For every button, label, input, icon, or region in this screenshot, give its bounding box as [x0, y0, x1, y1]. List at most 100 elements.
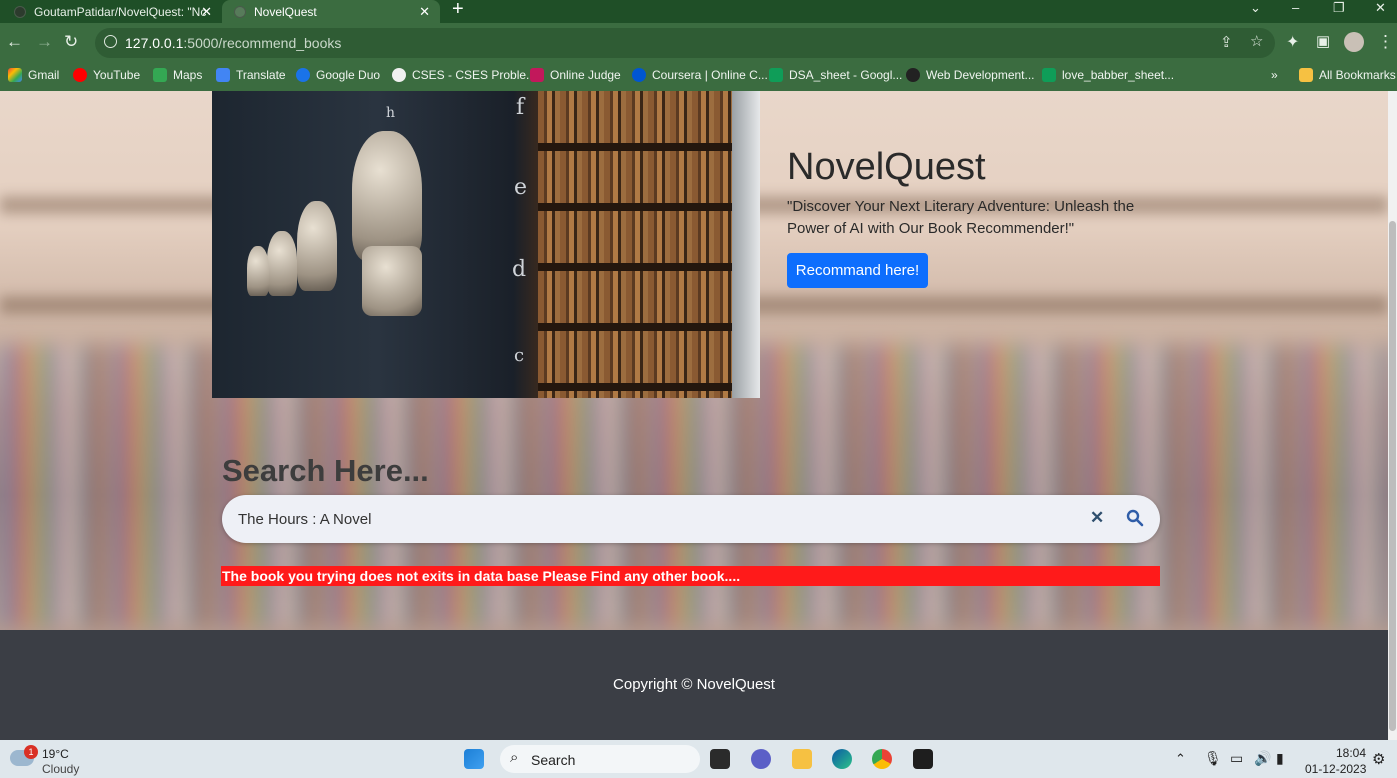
- star-icon[interactable]: ☆: [1250, 32, 1263, 50]
- taskbar-search[interactable]: ⌕ Search: [500, 745, 700, 773]
- bookmark-label: YouTube: [93, 68, 141, 82]
- bookmark-label: Translate: [236, 68, 286, 82]
- search-heading: Search Here...: [222, 453, 429, 488]
- teams-icon[interactable]: [751, 749, 771, 769]
- sidepanel-icon[interactable]: ▣: [1316, 32, 1330, 50]
- task-view-icon[interactable]: [710, 749, 730, 769]
- bookmark-translate[interactable]: Translate: [216, 68, 286, 82]
- copyright-text: Copyright © NovelQuest: [613, 676, 775, 693]
- clock-date[interactable]: 01-12-2023: [1305, 762, 1366, 776]
- bookmark-label: Coursera | Online C...: [652, 68, 768, 82]
- new-tab-icon[interactable]: +: [452, 0, 464, 21]
- site-title: NovelQuest: [787, 146, 986, 188]
- bookmark-google-duo[interactable]: Google Duo: [296, 68, 380, 82]
- clock-time[interactable]: 18:04: [1336, 746, 1366, 760]
- forward-icon[interactable]: →: [36, 32, 53, 52]
- photo-letter: f: [516, 95, 525, 120]
- photo-letter: h: [386, 105, 396, 121]
- bookmark-web-dev[interactable]: Web Development...: [906, 68, 1035, 82]
- scrollbar-thumb[interactable]: [1389, 221, 1396, 731]
- extensions-icon[interactable]: ✦: [1286, 32, 1299, 52]
- bookmark-label: Google Duo: [316, 68, 381, 82]
- bookmark-youtube[interactable]: YouTube: [73, 68, 140, 82]
- gmail-icon: [8, 68, 22, 82]
- close-tab-icon[interactable]: ✕: [419, 4, 430, 20]
- address-bar[interactable]: 127.0.0.1:5000/recommend_books ⇪ ☆: [95, 28, 1275, 58]
- tab-novelquest[interactable]: NovelQuest ✕: [222, 0, 440, 23]
- tab-github[interactable]: GoutamPatidar/NovelQuest: "Nc ✕: [0, 0, 222, 23]
- search-icon[interactable]: [1126, 509, 1144, 527]
- youtube-icon: [73, 68, 87, 82]
- settings-icon[interactable]: ⚙: [1372, 750, 1385, 768]
- site-info-icon[interactable]: [104, 35, 117, 48]
- volume-icon[interactable]: 🔊: [1254, 750, 1271, 767]
- error-message: The book you trying does not exits in da…: [221, 566, 1160, 586]
- reload-icon[interactable]: ↻: [64, 32, 78, 52]
- browser-toolbar: ← → ↻ 127.0.0.1:5000/recommend_books ⇪ ☆…: [0, 23, 1397, 62]
- coursera-icon: [632, 68, 646, 82]
- search-icon: ⌕: [510, 749, 519, 766]
- sheets-icon: [769, 68, 783, 82]
- avatar[interactable]: [1344, 32, 1364, 52]
- tab-label: GoutamPatidar/NovelQuest: "Nc: [34, 4, 207, 19]
- edge-icon[interactable]: [832, 749, 852, 769]
- site-tagline: "Discover Your Next Literary Adventure: …: [787, 198, 1135, 237]
- close-window-icon[interactable]: ✕: [1375, 0, 1386, 16]
- bookmarks-bar: Gmail YouTube Maps Translate Google Duo …: [0, 62, 1397, 91]
- bookmark-coursera[interactable]: Coursera | Online C...: [632, 68, 768, 82]
- taskbar-search-label: Search: [531, 752, 576, 768]
- translate-icon: [216, 68, 230, 82]
- bookmark-cses[interactable]: CSES - CSES Proble...: [392, 68, 536, 82]
- page-scrollbar[interactable]: [1388, 91, 1397, 740]
- github-icon: [14, 5, 26, 18]
- tab-label: NovelQuest: [254, 4, 317, 19]
- back-icon[interactable]: ←: [6, 32, 23, 52]
- clear-search-button[interactable]: ✕: [1090, 508, 1104, 528]
- menu-icon[interactable]: ⋮: [1377, 32, 1394, 52]
- url-host: 127.0.0.1: [125, 35, 184, 51]
- url-path: :5000/recommend_books: [183, 35, 342, 51]
- library-photo: f h e d c: [212, 91, 760, 398]
- bookmark-gmail[interactable]: Gmail: [8, 68, 59, 82]
- microphone-icon[interactable]: 🎙: [1204, 750, 1222, 767]
- search-input[interactable]: [238, 507, 1068, 531]
- network-icon[interactable]: ▭: [1230, 750, 1243, 767]
- webdev-icon: [906, 68, 920, 82]
- photo-letter: c: [514, 345, 525, 366]
- bookmark-label: Web Development...: [926, 68, 1035, 82]
- page-viewport: f h e d c NovelQuest "Discover Your Next…: [0, 91, 1388, 740]
- terminal-icon[interactable]: [913, 749, 933, 769]
- uva-icon: [530, 68, 544, 82]
- bookmark-maps[interactable]: Maps: [153, 68, 202, 82]
- taskbar: 1 19°C Cloudy ⌕ Search ⌃ 🎙 ▭ 🔊 ▮ 18:04 0…: [0, 740, 1397, 778]
- bookmark-label: Gmail: [28, 68, 60, 82]
- windows-start-icon[interactable]: [464, 749, 484, 769]
- bookmarks-overflow[interactable]: »: [1271, 68, 1278, 82]
- weather-badge: 1: [24, 745, 38, 759]
- battery-icon[interactable]: ▮: [1276, 750, 1284, 767]
- photo-letter: e: [514, 175, 528, 200]
- bookmark-label: Online Judge: [550, 68, 621, 82]
- globe-icon: [234, 5, 246, 18]
- hero-section: f h e d c NovelQuest "Discover Your Next…: [0, 91, 1388, 630]
- duo-icon: [296, 68, 310, 82]
- recommend-button[interactable]: Recommand here!: [787, 253, 928, 288]
- chevron-down-icon[interactable]: ⌄: [1250, 0, 1261, 16]
- chevron-up-icon[interactable]: ⌃: [1175, 751, 1186, 767]
- all-bookmarks[interactable]: All Bookmarks: [1299, 68, 1396, 82]
- minimize-icon[interactable]: –: [1292, 0, 1299, 15]
- share-icon[interactable]: ⇪: [1220, 33, 1233, 51]
- file-explorer-icon[interactable]: [792, 749, 812, 769]
- close-tab-icon[interactable]: ✕: [201, 4, 212, 20]
- bookmark-love-babbar[interactable]: love_babber_sheet...: [1042, 68, 1174, 82]
- bookmark-label: Maps: [173, 68, 203, 82]
- folder-icon: [1299, 68, 1313, 82]
- search-bar: ✕: [222, 495, 1160, 543]
- url-text: 127.0.0.1:5000/recommend_books: [125, 35, 341, 51]
- chrome-icon[interactable]: [872, 749, 892, 769]
- bookmark-dsa-sheet[interactable]: DSA_sheet - Googl...: [769, 68, 902, 82]
- restore-icon[interactable]: ❐: [1333, 0, 1345, 16]
- bookmark-label: love_babber_sheet...: [1062, 68, 1175, 82]
- bookmark-online-judge[interactable]: Online Judge: [530, 68, 621, 82]
- maps-icon: [153, 68, 167, 82]
